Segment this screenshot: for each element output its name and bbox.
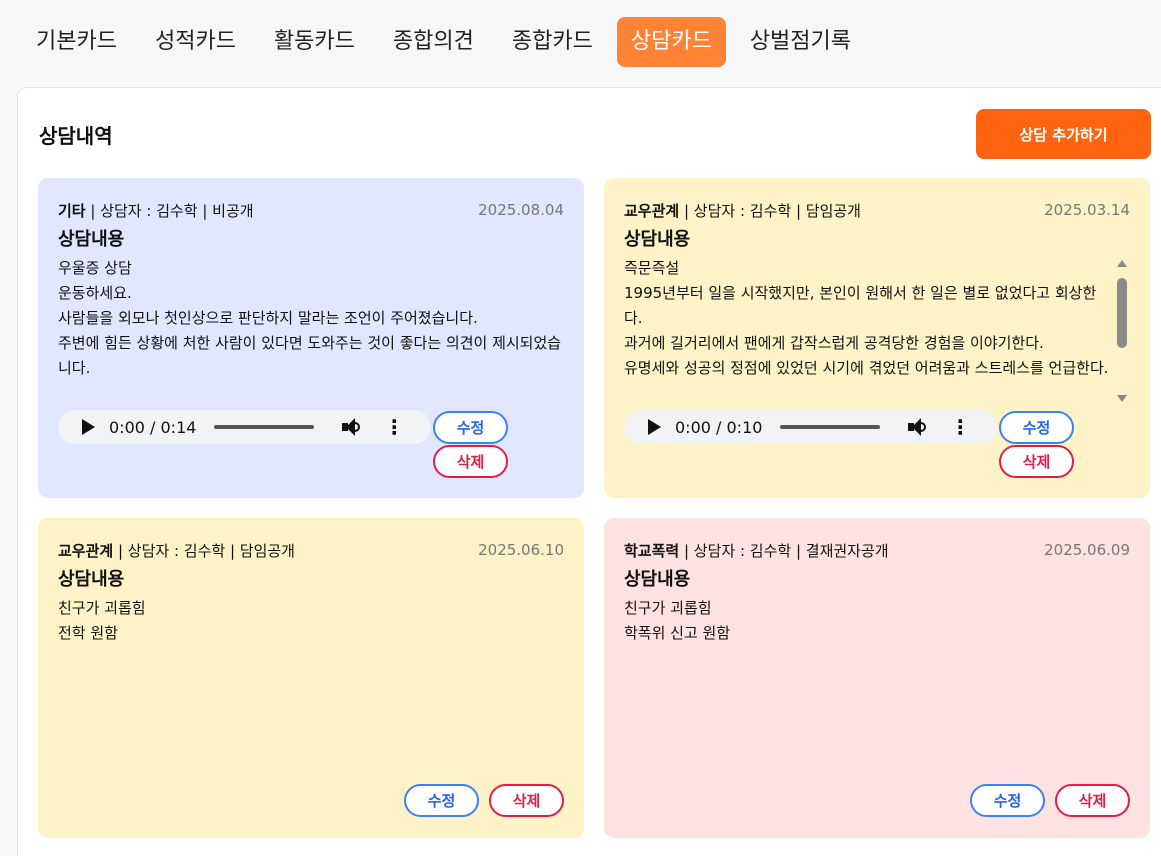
counseling-card: 교우관계 | 상담자 : 김수학 | 담임공개 2025.03.14 상담내용 …	[604, 178, 1150, 498]
add-counseling-button[interactable]: 상담 추가하기	[976, 109, 1151, 159]
delete-button[interactable]: 삭제	[1055, 784, 1130, 817]
card-title: 상담내용	[58, 569, 125, 590]
audio-player[interactable]: 0:00 / 0:10 ⋮	[624, 410, 997, 444]
card-date: 2025.06.10	[478, 541, 564, 559]
card-meta: 교우관계 | 상담자 : 김수학 | 담임공개 2025.06.10	[58, 540, 564, 560]
tab-counseling-card[interactable]: 상담카드	[616, 17, 726, 67]
card-category: 기타	[58, 201, 86, 220]
card-content: 즉문즉설 1995년부터 일을 시작했지만, 본인이 원해서 한 일은 별로 없…	[624, 259, 1109, 377]
card-meta-text: | 상담자 : 김수학 | 담임공개	[113, 541, 295, 560]
counseling-card: 교우관계 | 상담자 : 김수학 | 담임공개 2025.06.10 상담내용 …	[38, 518, 584, 838]
tab-bar: 기본카드 성적카드 활동카드 종합의견 종합카드 상담카드 상벌점기록	[0, 0, 1161, 84]
card-date: 2025.08.04	[478, 201, 564, 219]
audio-progress-track[interactable]	[780, 425, 881, 429]
scrollbar-thumb[interactable]	[1117, 278, 1127, 348]
card-meta: 기타 | 상담자 : 김수학 | 비공개 2025.08.04	[58, 200, 564, 220]
card-meta: 학교폭력 | 상담자 : 김수학 | 결재권자공개 2025.06.09	[624, 540, 1130, 560]
card-category: 교우관계	[624, 201, 680, 220]
audio-time: 0:00 / 0:14	[109, 417, 197, 437]
card-meta-text: | 상담자 : 김수학 | 담임공개	[679, 201, 861, 220]
more-options-icon[interactable]: ⋮	[384, 417, 404, 437]
card-title: 상담내용	[58, 229, 125, 250]
counseling-card: 학교폭력 | 상담자 : 김수학 | 결재권자공개 2025.06.09 상담내…	[604, 518, 1150, 838]
card-date: 2025.06.09	[1044, 541, 1130, 559]
card-title: 상담내용	[624, 569, 691, 590]
more-options-icon[interactable]: ⋮	[950, 417, 970, 437]
audio-time: 0:00 / 0:10	[675, 417, 763, 437]
audio-progress-track[interactable]	[214, 425, 315, 429]
edit-button[interactable]: 수정	[433, 411, 508, 444]
edit-button[interactable]: 수정	[999, 411, 1074, 444]
card-content-box: 친구가 괴롭힘 학폭위 신고 원함	[624, 596, 1130, 746]
delete-button[interactable]: 삭제	[489, 784, 564, 817]
panel-title: 상담내역	[39, 124, 113, 148]
card-content-box[interactable]: 즉문즉설 1995년부터 일을 시작했지만, 본인이 원해서 한 일은 별로 없…	[624, 256, 1130, 406]
card-content-box: 우울증 상담 운동하세요. 사람들을 외모나 첫인상으로 판단하지 말라는 조언…	[58, 256, 564, 406]
card-content: 친구가 괴롭힘 전학 원함	[58, 599, 146, 642]
audio-player[interactable]: 0:00 / 0:14 ⋮	[58, 410, 431, 444]
tab-overall-card[interactable]: 종합카드	[498, 17, 607, 67]
card-category: 교우관계	[58, 541, 114, 560]
delete-button[interactable]: 삭제	[999, 445, 1074, 478]
card-meta: 교우관계 | 상담자 : 김수학 | 담임공개 2025.03.14	[624, 200, 1130, 220]
edit-button[interactable]: 수정	[404, 784, 479, 817]
tab-overall-opinion[interactable]: 종합의견	[379, 17, 488, 67]
delete-button[interactable]: 삭제	[433, 445, 508, 478]
card-meta-text: | 상담자 : 김수학 | 결재권자공개	[679, 541, 889, 560]
card-date: 2025.03.14	[1044, 201, 1130, 219]
tab-activity-card[interactable]: 활동카드	[260, 17, 369, 67]
card-meta-text: | 상담자 : 김수학 | 비공개	[85, 201, 254, 220]
volume-icon[interactable]	[908, 417, 930, 437]
play-icon[interactable]	[82, 419, 95, 435]
tab-merit-demerit-record[interactable]: 상벌점기록	[736, 17, 865, 67]
card-content-box: 친구가 괴롭힘 전학 원함	[58, 596, 564, 746]
scroll-up-icon[interactable]	[1117, 260, 1127, 267]
tab-grade-card[interactable]: 성적카드	[141, 17, 250, 67]
card-title: 상담내용	[624, 229, 691, 250]
card-content: 친구가 괴롭힘 학폭위 신고 원함	[624, 599, 731, 642]
play-icon[interactable]	[648, 419, 661, 435]
card-category: 학교폭력	[624, 541, 680, 560]
volume-icon[interactable]	[342, 417, 364, 437]
scroll-down-icon[interactable]	[1117, 395, 1127, 402]
content-scrollbar[interactable]	[1114, 256, 1130, 406]
counseling-card: 기타 | 상담자 : 김수학 | 비공개 2025.08.04 상담내용 우울증…	[38, 178, 584, 498]
card-content: 우울증 상담 운동하세요. 사람들을 외모나 첫인상으로 판단하지 말라는 조언…	[58, 259, 562, 377]
edit-button[interactable]: 수정	[970, 784, 1045, 817]
tab-basic-card[interactable]: 기본카드	[22, 17, 131, 67]
